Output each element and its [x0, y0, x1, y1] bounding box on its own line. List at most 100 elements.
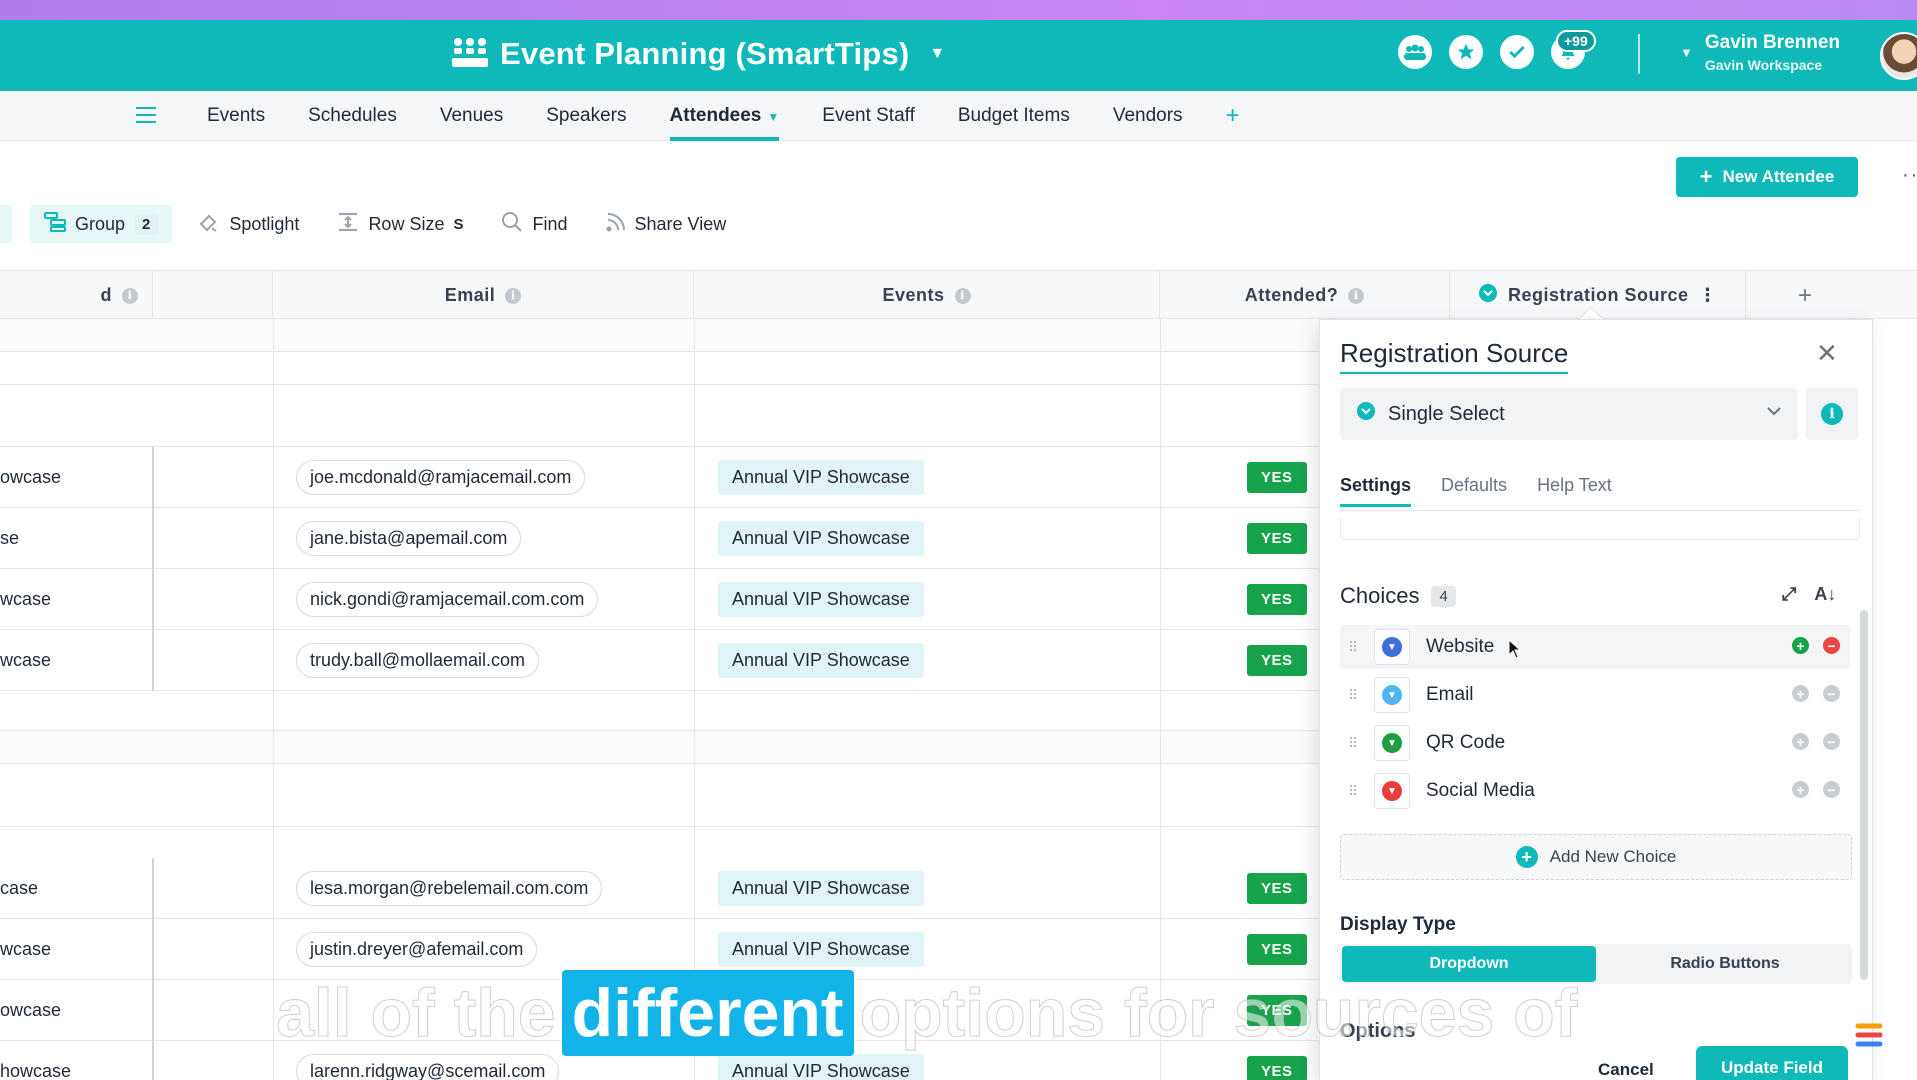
more-icon[interactable]: ··: [1902, 164, 1917, 187]
add-choice-icon[interactable]: +: [1792, 685, 1809, 702]
event-tag[interactable]: Annual VIP Showcase: [718, 521, 924, 556]
choice-label[interactable]: QR Code: [1426, 732, 1505, 754]
add-choice-icon[interactable]: +: [1792, 733, 1809, 750]
tab-speakers[interactable]: Speakers: [546, 91, 626, 141]
tab-vendors[interactable]: Vendors: [1113, 91, 1183, 141]
field-type-info-button[interactable]: i: [1806, 388, 1858, 440]
event-tag[interactable]: Annual VIP Showcase: [718, 871, 924, 906]
name-cell[interactable]: se: [0, 508, 19, 569]
email-pill[interactable]: lesa.morgan@rebelemail.com.com: [296, 871, 603, 906]
name-cell[interactable]: wcase: [0, 569, 51, 630]
info-icon[interactable]: i: [954, 287, 971, 304]
email-pill[interactable]: nick.gondi@ramjacemail.com.com: [296, 582, 599, 617]
remove-choice-icon[interactable]: −: [1823, 781, 1840, 798]
add-choice-icon[interactable]: +: [1792, 637, 1809, 654]
name-cell[interactable]: wcase: [0, 630, 51, 691]
group-button[interactable]: Group 2: [30, 205, 173, 243]
attended-yes-badge[interactable]: YES: [1247, 1056, 1307, 1080]
column-menu-icon[interactable]: ⋮: [1699, 285, 1718, 306]
tab-settings[interactable]: Settings: [1340, 475, 1412, 507]
panel-scrollbar[interactable]: [1860, 610, 1868, 980]
drag-handle-icon[interactable]: ⠿: [1348, 784, 1362, 798]
field-type-select[interactable]: Single Select: [1340, 388, 1798, 440]
column-header-name[interactable]: d i: [0, 271, 153, 320]
email-pill[interactable]: justin.dreyer@afemail.com: [296, 932, 538, 967]
team-icon[interactable]: [1398, 35, 1432, 69]
filter-button-fragment[interactable]: [0, 205, 12, 243]
choice-label[interactable]: Social Media: [1426, 780, 1535, 802]
row-size-button[interactable]: Row Size S: [325, 205, 475, 243]
update-field-button[interactable]: Update Field: [1696, 1046, 1848, 1080]
avatar[interactable]: [1880, 32, 1917, 80]
star-icon[interactable]: [1449, 35, 1483, 69]
remove-choice-icon[interactable]: −: [1823, 685, 1840, 702]
expand-icon[interactable]: ⤢: [1782, 584, 1796, 605]
info-icon[interactable]: i: [505, 287, 522, 304]
close-icon[interactable]: ✕: [1816, 338, 1838, 369]
info-icon[interactable]: i: [1348, 287, 1365, 304]
drag-handle-icon[interactable]: ⠿: [1348, 640, 1362, 654]
add-new-choice-button[interactable]: + Add New Choice: [1340, 834, 1852, 880]
name-cell[interactable]: owcase: [0, 447, 61, 508]
chevron-down-icon[interactable]: ▼: [929, 45, 945, 63]
drag-handle-icon[interactable]: ⠿: [1348, 688, 1362, 702]
email-pill[interactable]: joe.mcdonald@ramjacemail.com: [296, 460, 586, 495]
tab-budget-items[interactable]: Budget Items: [958, 91, 1070, 141]
sort-alpha-icon[interactable]: A↓: [1814, 584, 1836, 605]
menu-icon[interactable]: [136, 107, 156, 123]
attended-yes-badge[interactable]: YES: [1247, 934, 1307, 965]
table-row[interactable]: wcase trudy.ball@mollaemail.com Annual V…: [0, 630, 1320, 691]
choice-color-picker[interactable]: ▼: [1374, 773, 1410, 809]
tab-venues[interactable]: Venues: [440, 91, 503, 141]
attended-yes-badge[interactable]: YES: [1247, 584, 1307, 615]
display-radio-option[interactable]: Radio Buttons: [1598, 944, 1852, 984]
choice-color-picker[interactable]: ▼: [1374, 725, 1410, 761]
find-button[interactable]: Find: [489, 205, 579, 243]
tab-attendees[interactable]: Attendees ▼: [669, 91, 779, 141]
app-title-group[interactable]: Event Planning (SmartTips) ▼: [452, 34, 945, 74]
name-cell[interactable]: wcase: [0, 919, 51, 980]
choice-label[interactable]: Website: [1426, 636, 1494, 658]
event-tag[interactable]: Annual VIP Showcase: [718, 460, 924, 495]
name-cell[interactable]: howcase: [0, 1041, 71, 1080]
event-tag[interactable]: Annual VIP Showcase: [718, 643, 924, 678]
check-icon[interactable]: [1500, 35, 1534, 69]
choice-color-picker[interactable]: ▼: [1374, 629, 1410, 665]
tab-events[interactable]: Events: [207, 91, 265, 141]
add-table-icon[interactable]: +: [1226, 91, 1240, 141]
choice-color-picker[interactable]: ▼: [1374, 677, 1410, 713]
attended-yes-badge[interactable]: YES: [1247, 462, 1307, 493]
attended-yes-badge[interactable]: YES: [1247, 645, 1307, 676]
tab-help-text[interactable]: Help Text: [1537, 475, 1612, 507]
info-icon[interactable]: i: [122, 287, 138, 304]
table-row[interactable]: case lesa.morgan@rebelemail.com.com Annu…: [0, 858, 1320, 919]
name-cell[interactable]: owcase: [0, 980, 61, 1041]
event-tag[interactable]: Annual VIP Showcase: [718, 932, 924, 967]
tab-schedules[interactable]: Schedules: [308, 91, 397, 141]
user-menu[interactable]: ▼ Gavin Brennen Gavin Workspace: [1680, 32, 1840, 73]
caret-down-icon[interactable]: ▼: [767, 110, 779, 124]
table-row[interactable]: owcase joe.mcdonald@ramjacemail.com Annu…: [0, 447, 1320, 508]
share-view-button[interactable]: Share View: [594, 205, 739, 243]
cancel-button[interactable]: Cancel: [1598, 1060, 1654, 1080]
add-column-icon[interactable]: +: [1780, 271, 1830, 320]
table-row[interactable]: wcase nick.gondi@ramjacemail.com.com Ann…: [0, 569, 1320, 630]
column-header-attended[interactable]: Attended? i: [1160, 271, 1450, 320]
choice-item-website[interactable]: ⠿ ▼ Website + −: [1340, 625, 1850, 669]
column-header-events[interactable]: Events i: [694, 271, 1160, 320]
event-tag[interactable]: Annual VIP Showcase: [718, 582, 924, 617]
choice-item-social-media[interactable]: ⠿ ▼ Social Media + −: [1340, 769, 1850, 813]
drag-handle-icon[interactable]: ⠿: [1348, 736, 1362, 750]
add-choice-icon[interactable]: +: [1792, 781, 1809, 798]
choice-item-qr-code[interactable]: ⠿ ▼ QR Code + −: [1340, 721, 1850, 765]
attended-yes-badge[interactable]: YES: [1247, 523, 1307, 554]
table-row[interactable]: se jane.bista@apemail.com Annual VIP Sho…: [0, 508, 1320, 569]
email-pill[interactable]: jane.bista@apemail.com: [296, 521, 522, 556]
name-cell[interactable]: case: [0, 858, 38, 919]
tab-event-staff[interactable]: Event Staff: [822, 91, 915, 141]
email-pill[interactable]: trudy.ball@mollaemail.com: [296, 643, 540, 678]
choice-label[interactable]: Email: [1426, 684, 1474, 706]
remove-choice-icon[interactable]: −: [1823, 733, 1840, 750]
attended-yes-badge[interactable]: YES: [1247, 873, 1307, 904]
remove-choice-icon[interactable]: −: [1823, 637, 1840, 654]
